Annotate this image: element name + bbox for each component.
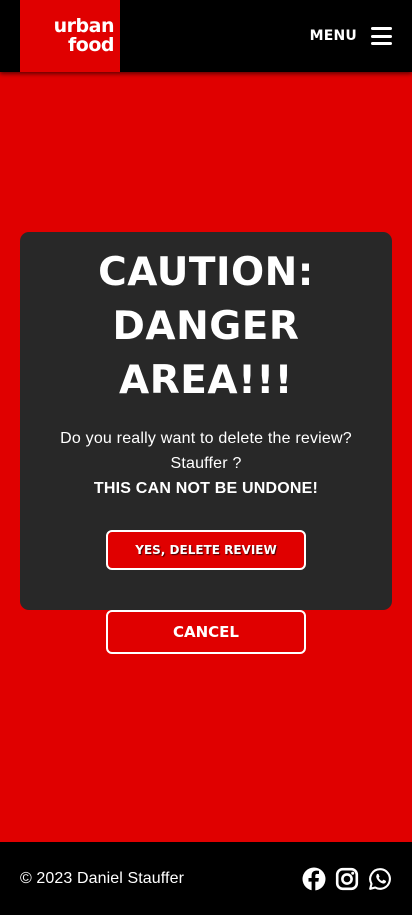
copyright-text: © 2023 Daniel Stauffer <box>20 869 185 887</box>
instagram-icon[interactable] <box>335 867 359 891</box>
dialog-title-line2: DANGER AREA!!! <box>112 304 300 403</box>
delete-review-dialog: CAUTION: DANGER AREA!!! Do you really wa… <box>20 232 392 654</box>
dialog-warning: THIS CAN NOT BE UNDONE! <box>93 480 319 497</box>
cancel-button[interactable]: CANCEL <box>106 610 306 654</box>
dialog-question: Do you really want to delete the review? <box>60 430 352 447</box>
facebook-icon[interactable] <box>302 867 326 891</box>
site-footer: © 2023 Daniel Stauffer <box>0 842 412 915</box>
social-links <box>302 842 392 915</box>
dialog-message: Do you really want to delete the review?… <box>20 426 392 501</box>
urban-food-logo[interactable]: urban food <box>20 0 120 72</box>
dialog-title: CAUTION: DANGER AREA!!! <box>20 246 392 408</box>
dialog-title-line1: CAUTION: <box>98 250 314 295</box>
whatsapp-icon[interactable] <box>368 867 392 891</box>
site-header: urban food MENU <box>0 0 412 72</box>
confirm-delete-button[interactable]: YES, DELETE REVIEW <box>106 530 306 570</box>
hamburger-icon <box>371 27 392 45</box>
menu-button[interactable]: MENU <box>310 0 392 72</box>
dialog-review-author: Stauffer ? <box>170 455 242 472</box>
menu-label: MENU <box>309 28 357 44</box>
logo-line-food: food <box>68 34 114 56</box>
